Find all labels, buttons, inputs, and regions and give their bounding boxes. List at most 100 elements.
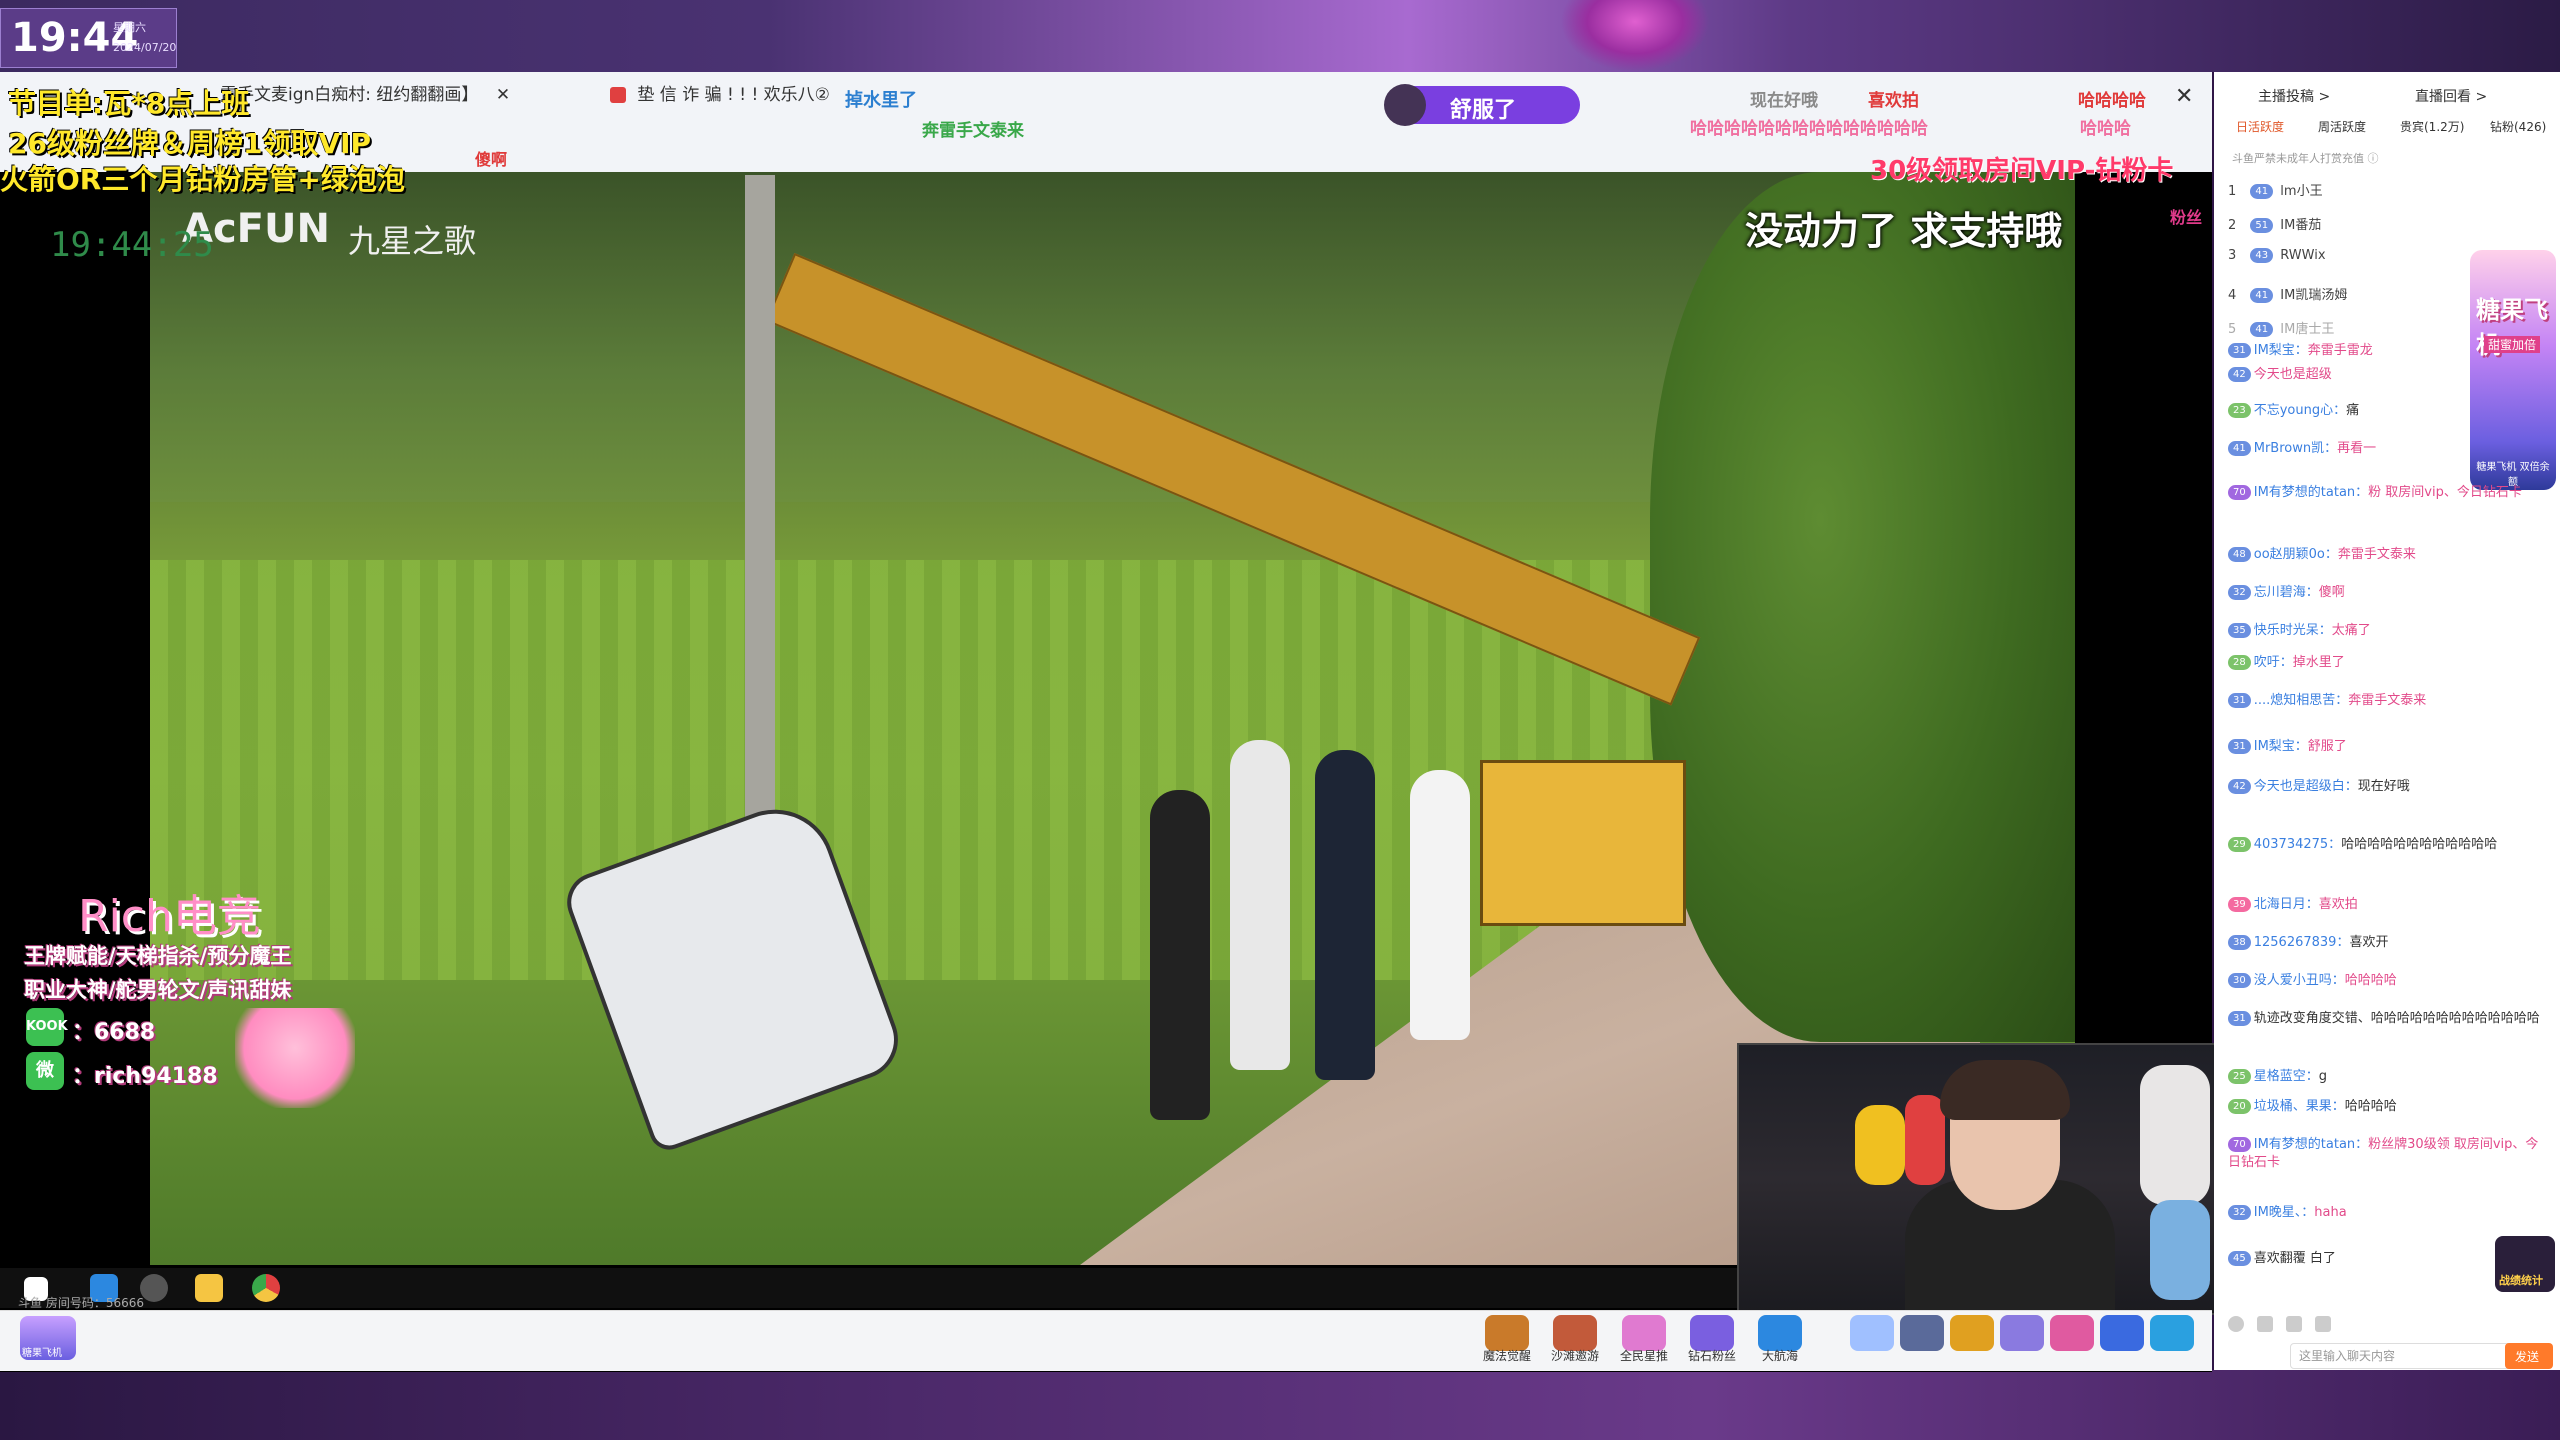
chat-input[interactable]: 这里输入聊天内容 [2290,1343,2515,1369]
video-person [1230,740,1290,1070]
level-badge: 31 [2228,739,2251,754]
rank-row[interactable]: 2 51 IM番茄 [2228,214,2321,233]
gift-label: 全民星推 [1619,1349,1668,1363]
gift-label: 沙滩邀游 [1550,1349,1599,1363]
gift-icon[interactable] [2100,1315,2144,1351]
browser-tab-1[interactable]: 雷手文麦ign白痴村: 纽约翻翻画】 ✕ [220,78,570,112]
chat-text: 哈哈哈哈 [2344,1099,2397,1114]
chat-user[interactable]: 垃圾桶、果果： [2254,1099,2345,1114]
chat-user[interactable]: 忘川碧海： [2254,585,2319,600]
chat-message: 25 星格蓝空：g [2228,1068,2548,1086]
settings-icon[interactable] [2315,1316,2332,1332]
clock-date: 2024/07/20 [113,41,177,54]
chat-user[interactable]: 今天也是超级白： [2254,779,2358,794]
tab-weekly[interactable]: 周活跃度 [2318,118,2366,135]
overlay-line-1: 节目单:瓦*8点上班 [8,87,250,120]
chrome-icon[interactable] [252,1274,280,1302]
gift-icon[interactable] [1758,1315,1802,1351]
rank-number: 3 [2228,248,2237,263]
chat-user[interactable]: 403734275： [2254,837,2341,852]
send-button-label: 发送 [2515,1350,2540,1364]
gift-banner: 舒服了 [1384,84,1580,126]
level-badge: 25 [2228,1069,2251,1084]
level-badge: 41 [2250,288,2274,303]
rank-name: IM番茄 [2280,218,2322,233]
rank-number: 1 [2228,184,2237,199]
rank-row[interactable]: 1 41 lm小王 [2228,180,2323,199]
emoji-icon[interactable] [2228,1316,2244,1332]
chat-toolbar [2228,1316,2548,1338]
gift-icon[interactable] [1690,1315,1734,1351]
chat-user[interactable]: 北海日月： [2254,897,2319,912]
gift-icon[interactable] [1850,1315,1894,1351]
chat-user[interactable]: 星格蓝空： [2254,1069,2319,1084]
chat-user[interactable]: IM有梦想的tatan： [2254,1137,2368,1152]
gift-icon[interactable] [1485,1315,1529,1351]
rank-row[interactable]: 3 43 RWWix [2228,248,2326,263]
speaker-icon[interactable] [2257,1316,2274,1332]
level-badge: 31 [2228,1011,2251,1026]
webcam-figure [1905,1095,1945,1185]
gift-icon[interactable] [2150,1315,2194,1351]
chat-message: 38 1256267839：喜欢开 [2228,934,2548,952]
close-icon[interactable]: ✕ [2175,84,2193,109]
danmu: 傻啊 [475,150,508,169]
rank-stats-button[interactable]: 战绩统计 [2495,1236,2555,1292]
overlay-line-2: 26级粉丝牌＆周榜1领取VIP [8,127,372,160]
gift-label: 钻石粉丝 [1687,1349,1736,1363]
gift-icon[interactable] [1553,1315,1597,1351]
send-button[interactable]: 发送 [2505,1343,2553,1369]
danmu: 哈哈哈 [2080,119,2131,139]
chat-message: 70 IM有梦想的tatan：粉丝牌30级领 取房间vip、今日钻石卡 [2228,1136,2548,1172]
chat-text: 喜欢拍 [2318,897,2358,912]
gift-icon[interactable] [2000,1315,2044,1351]
chat-user[interactable]: IM晚星、： [2254,1205,2315,1220]
chat-user[interactable]: 吹吁： [2254,655,2293,670]
chat-text: 喜欢开 [2349,935,2389,950]
chat-user[interactable]: 不忘young心： [2254,403,2346,418]
gift-icon[interactable] [1622,1315,1666,1351]
rank-number: 4 [2228,288,2237,303]
gift-icon[interactable] [2286,1316,2303,1332]
level-badge: 41 [2228,441,2251,456]
rank-row[interactable]: 5 41 IM唐士王 [2228,318,2334,337]
panel-top-tab-replays[interactable]: 直播回看 > [2415,86,2487,106]
webcam-bear-toy [2140,1065,2210,1205]
room-number: 斗鱼 房间号码：56666 [18,1296,144,1310]
app-icon[interactable] [195,1274,223,1302]
video-truck [1480,760,1686,926]
chat-user[interactable]: ....熄知相思苦： [2254,693,2349,708]
chat-text: 再看一 [2337,441,2377,456]
gift-icon[interactable] [2050,1315,2094,1351]
chat-user[interactable]: 1256267839： [2254,935,2350,950]
chat-message: 70 IM有梦想的tatan：粉 取房间vip、今日钻石卡 [2228,484,2548,502]
video-person [1150,790,1210,1120]
chat-message: 48 oo赵朋颖0o：奔雷手文泰来 [2228,546,2548,564]
danmu: 喜欢拍 [1868,91,1919,111]
rank-number: 2 [2228,218,2237,233]
candy-plane-label: 糖果飞机 [22,1348,62,1359]
browser-tab-2[interactable]: 垫 信 诈 骗 ! ! ! 欢乐八② [610,78,830,112]
chat-user[interactable]: IM梨宝： [2254,343,2308,358]
close-icon[interactable]: ✕ [496,85,510,105]
rank-name: RWWix [2280,248,2326,263]
gift-icon[interactable] [1900,1315,1944,1351]
level-badge: 28 [2228,655,2251,670]
chat-user[interactable]: oo赵朋颖0o： [2254,547,2338,562]
chat-user[interactable]: 快乐时光呆： [2254,623,2332,638]
danmu: 哈哈哈哈 [2078,91,2146,111]
chat-user[interactable]: IM有梦想的tatan： [2254,485,2368,500]
tab-vip[interactable]: 贵宾(1.2万) [2400,118,2464,135]
chat-text: haha [2314,1205,2347,1220]
tab-daily[interactable]: 日活跃度 [2236,118,2284,135]
tab-diamond[interactable]: 钻粉(426) [2490,118,2546,135]
rank-row[interactable]: 4 41 IM凯瑞汤姆 [2228,284,2347,303]
chat-user[interactable]: MrBrown凯： [2254,441,2337,456]
gift-icon[interactable] [1950,1315,1994,1351]
avatar [1384,84,1426,126]
candy-plane-button[interactable]: 糖果飞机 [20,1316,76,1360]
chat-user[interactable]: IM梨宝： [2254,739,2308,754]
panel-top-tab-uploads[interactable]: 主播投稿 > [2258,86,2330,106]
steam-icon[interactable] [140,1274,168,1302]
chat-user[interactable]: 没人爱小丑吗： [2254,973,2345,988]
